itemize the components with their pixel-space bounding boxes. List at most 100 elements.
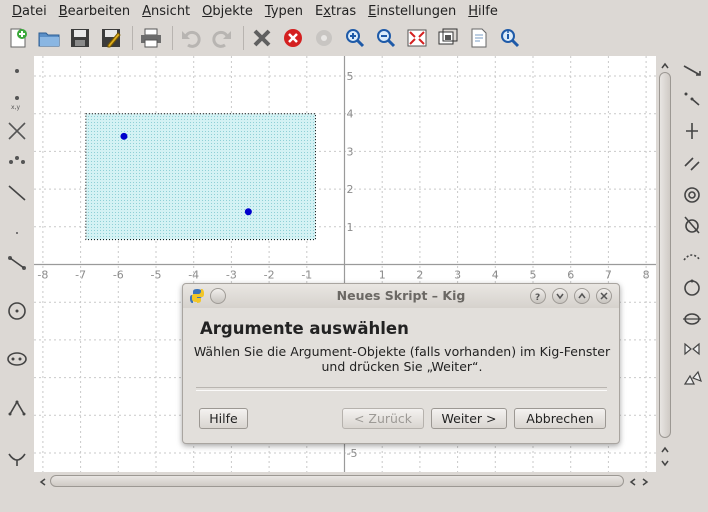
back-button[interactable]: < Zurück: [342, 408, 424, 429]
scroll-up-icon[interactable]: [660, 60, 670, 70]
settings-icon[interactable]: [310, 24, 338, 52]
horizontal-scroll-thumb[interactable]: [50, 475, 624, 487]
fullscreen-icon[interactable]: [403, 24, 431, 52]
circle-point-icon[interactable]: [679, 274, 705, 300]
chevron-down-icon: [556, 293, 564, 300]
horizontal-scrollbar[interactable]: [34, 472, 656, 490]
new-script-dialog: Neues Skript – Kig ? Argumente auswählen…: [182, 283, 620, 444]
dialog-description-line1: Wählen Sie die Argument-Objekte (falls v…: [193, 344, 611, 359]
print-icon[interactable]: [137, 24, 165, 52]
point-a[interactable]: [120, 132, 128, 140]
dialog-titlebar[interactable]: Neues Skript – Kig ?: [183, 284, 619, 308]
toolbar-separator: [132, 26, 133, 50]
polygon-tool-icon[interactable]: [4, 396, 30, 422]
y-tick-label: -5: [347, 447, 358, 460]
segment-tool-icon[interactable]: [4, 250, 30, 276]
scroll-left-icon[interactable]: [628, 476, 638, 486]
arc-tool-icon[interactable]: [679, 244, 705, 270]
new-document-icon[interactable]: [4, 24, 32, 52]
help-window-button[interactable]: ?: [530, 288, 546, 304]
menubar: Datei Bearbeiten Ansicht Objekte Typen E…: [0, 0, 708, 22]
x-tick-label: 4: [492, 269, 499, 282]
redo-icon[interactable]: [208, 24, 236, 52]
spiral-tool-icon[interactable]: [679, 182, 705, 208]
x-tick-label: -6: [113, 269, 124, 282]
undo-icon[interactable]: [177, 24, 205, 52]
y-tick-label: 5: [347, 70, 354, 83]
points-set-icon[interactable]: [4, 148, 30, 174]
open-folder-icon[interactable]: [35, 24, 63, 52]
ellipse-line-icon[interactable]: [679, 306, 705, 332]
delete-icon[interactable]: [248, 24, 276, 52]
save-icon[interactable]: [66, 24, 94, 52]
cancel-button[interactable]: Abbrechen: [514, 408, 606, 429]
menu-bearbeiten[interactable]: Bearbeiten: [53, 4, 136, 19]
info-zoom-icon[interactable]: [496, 24, 524, 52]
script-tool-icon[interactable]: [4, 446, 30, 472]
x-tick-label: 1: [379, 269, 386, 282]
dialog-description-line2: und drücken Sie „Weiter“.: [321, 359, 483, 374]
maximize-button[interactable]: [574, 288, 590, 304]
vertical-scroll-thumb[interactable]: [659, 72, 671, 438]
x-tick-label: -4: [188, 269, 199, 282]
x-tick-label: 2: [416, 269, 423, 282]
point-tool-icon[interactable]: [4, 58, 30, 84]
menu-extras[interactable]: Extras: [309, 4, 362, 19]
perpendicular-tool-icon[interactable]: [679, 118, 705, 144]
help-button[interactable]: Hilfe: [199, 408, 248, 429]
menu-einstellungen[interactable]: Einstellungen: [362, 4, 462, 19]
main-toolbar: [0, 22, 708, 54]
save-as-icon[interactable]: [97, 24, 125, 52]
document-icon[interactable]: [465, 24, 493, 52]
vertical-scrollbar[interactable]: [656, 56, 674, 472]
x-tick-label: -7: [75, 269, 86, 282]
line-tool-icon[interactable]: [4, 180, 30, 206]
menu-datei[interactable]: Datei: [6, 4, 53, 19]
parallel-tool-icon[interactable]: [679, 150, 705, 176]
reflection-tool-icon[interactable]: [679, 336, 705, 362]
tangent-tool-icon[interactable]: [679, 212, 705, 238]
dialog-heading: Argumente auswählen: [200, 319, 409, 338]
intersection-icon[interactable]: [4, 118, 30, 144]
zoom-in-icon[interactable]: [341, 24, 369, 52]
x-tick-label: -2: [264, 269, 275, 282]
rotation-tool-icon[interactable]: [679, 366, 705, 392]
x-tick-label: 7: [605, 269, 612, 282]
question-icon: ?: [535, 293, 540, 301]
svg-text:?: ?: [535, 293, 540, 301]
minimize-button[interactable]: [552, 288, 568, 304]
point-b[interactable]: [244, 208, 252, 216]
conic-tool-icon[interactable]: [4, 346, 30, 372]
chevron-up-icon: [578, 292, 586, 299]
y-tick-label: 1: [347, 221, 354, 234]
next-button[interactable]: Weiter >: [431, 408, 507, 429]
scroll-down-icon[interactable]: [660, 457, 670, 467]
zoom-out-icon[interactable]: [372, 24, 400, 52]
x-tick-label: 6: [567, 269, 574, 282]
cancel-construction-icon[interactable]: [279, 24, 307, 52]
menu-ansicht[interactable]: Ansicht: [136, 4, 196, 19]
y-tick-label: 3: [347, 145, 354, 158]
ray-tool-icon[interactable]: [679, 58, 705, 84]
scroll-left-icon[interactable]: [38, 476, 48, 486]
close-icon: [600, 292, 608, 300]
menu-hilfe[interactable]: Hilfe: [462, 4, 504, 19]
menu-objekte[interactable]: Objekte: [196, 4, 259, 19]
y-tick-label: 2: [347, 183, 354, 196]
small-point-icon[interactable]: [4, 218, 30, 244]
vector-tool-icon[interactable]: [679, 86, 705, 112]
scroll-right-icon[interactable]: [640, 476, 650, 486]
close-button[interactable]: [596, 288, 612, 304]
svg-text:x,y: x,y: [11, 104, 20, 111]
x-tick-label: -1: [301, 269, 312, 282]
circle-tool-icon[interactable]: [4, 298, 30, 324]
coordinate-point-icon[interactable]: x,y: [4, 88, 30, 114]
right-toolbar: [676, 56, 708, 472]
menu-typen[interactable]: Typen: [259, 4, 309, 19]
selection-rectangle[interactable]: [85, 113, 316, 241]
y-tick-label: 4: [347, 108, 354, 121]
x-tick-label: -3: [226, 269, 237, 282]
zoom-area-icon[interactable]: [434, 24, 462, 52]
scroll-up-icon[interactable]: [660, 444, 670, 454]
x-tick-label: 3: [454, 269, 461, 282]
